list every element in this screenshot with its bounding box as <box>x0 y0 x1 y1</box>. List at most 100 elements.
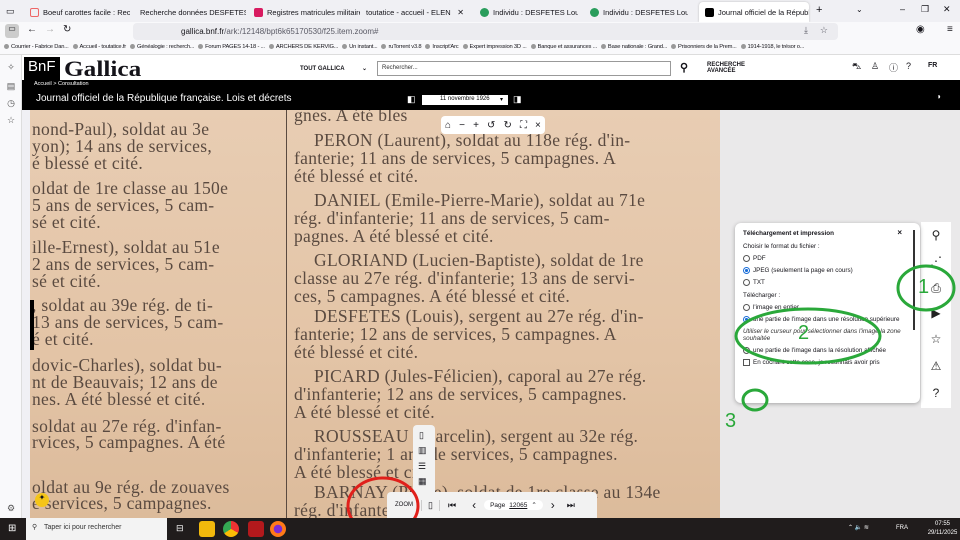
firefox-icon[interactable] <box>270 521 286 537</box>
search-scope-select[interactable]: TOUT GALLICA ⌄ <box>300 65 367 72</box>
consent-checkbox[interactable] <box>743 359 750 366</box>
tab-active[interactable]: Journal officiel de la République✕ <box>699 2 809 22</box>
lemon-extension-icon[interactable]: ✦ <box>35 493 49 507</box>
search-icon[interactable]: ⚲ <box>921 224 951 246</box>
info-icon[interactable]: ⓘ <box>889 61 898 74</box>
double-page-icon[interactable]: ▥ <box>418 445 427 456</box>
input-language[interactable]: FRA <box>896 524 908 533</box>
save-page-icon[interactable]: ⤓ <box>804 25 808 36</box>
tab[interactable]: Boeuf carottes facile : Recette d✕ <box>24 2 130 22</box>
new-tab-icon[interactable]: + <box>816 4 822 16</box>
first-page-icon[interactable]: ⏮ <box>438 499 464 511</box>
file-explorer-icon[interactable] <box>199 521 215 537</box>
consent-checkbox-row[interactable]: En cochant cette case, je reconnais avoi… <box>743 359 912 366</box>
history-icon[interactable]: ◷ <box>5 98 17 110</box>
radio[interactable] <box>743 347 750 354</box>
windows-start-icon[interactable]: ⊞ <box>8 523 16 534</box>
home-icon[interactable]: ⌂ <box>445 120 451 131</box>
user-icon[interactable]: ♙ <box>871 61 879 72</box>
bookmark[interactable]: ruTorrent v3.8 <box>381 44 421 51</box>
rotate-right-icon[interactable]: ↻ <box>503 120 511 131</box>
rotate-left-icon[interactable]: ↺ <box>487 120 495 131</box>
radio[interactable] <box>743 255 750 262</box>
bookmarks-icon[interactable]: ☆ <box>5 115 17 127</box>
format-pdf[interactable]: PDF <box>743 255 912 262</box>
fullscreen-icon[interactable]: ⛶ <box>520 120 527 131</box>
previous-issue-icon[interactable]: ◧ <box>407 94 416 105</box>
radio[interactable] <box>743 279 750 286</box>
scroll-view-icon[interactable]: ☰ <box>418 461 426 472</box>
zoom-in-icon[interactable]: + <box>473 120 479 131</box>
bookmark[interactable]: 1914-1918, le trésor o... <box>741 44 805 51</box>
page-number[interactable]: 12065 <box>509 502 527 509</box>
left-edge-handle[interactable] <box>30 300 34 350</box>
url-bar[interactable]: gallica.bnf.fr/ark:/12148/bpt6k65170530/… <box>133 23 838 40</box>
forward-icon[interactable]: → <box>45 24 55 35</box>
report-warning-icon[interactable]: ⚠ <box>921 355 951 377</box>
breadcrumb[interactable]: Accueil > Consultation <box>22 80 960 88</box>
back-icon[interactable]: ← <box>27 24 37 35</box>
chevron-down-icon[interactable]: ⌄ <box>856 5 863 14</box>
bookmark[interactable]: Accueil - toutatice.fr <box>73 44 127 51</box>
sidebar-toggle-icon[interactable]: ▭ <box>5 24 19 38</box>
next-issue-icon[interactable]: ◨ <box>513 94 522 105</box>
close-tab-icon[interactable]: ✕ <box>457 8 464 17</box>
bookmark[interactable]: ARCHERS DE KERVIG... <box>269 44 338 51</box>
last-page-icon[interactable]: ⏭ <box>563 500 579 511</box>
language-select[interactable]: FR <box>928 62 937 69</box>
play-icon[interactable]: ▶ <box>921 302 951 324</box>
radio[interactable] <box>743 304 750 311</box>
tab[interactable]: toutatice - accueil - ELEN ✕ <box>360 2 470 22</box>
advanced-search-link[interactable]: RECHERCHE AVANCÉE <box>707 62 747 74</box>
panel-scrollbar[interactable] <box>913 230 915 330</box>
date-select[interactable]: 11 novembre 1926 ▾ <box>422 95 508 105</box>
tab[interactable]: Individu : DESFETES Louis - Rec✕ <box>584 2 688 22</box>
grid-view-icon[interactable]: ▦ <box>418 476 427 487</box>
document-image[interactable]: nond-Paul), soldat au 3e yon); 14 ans de … <box>30 110 720 518</box>
tab-list-icon[interactable]: ▭ <box>6 6 15 17</box>
page-selector[interactable]: Page 12065 ⌃ <box>484 500 543 510</box>
tab[interactable]: Registres matricules militaires✕ <box>248 2 360 22</box>
reload-icon[interactable]: ↻ <box>63 24 71 35</box>
bookmark-star-icon[interactable]: ☆ <box>820 25 828 36</box>
bookmark[interactable]: Banque et assurances ... <box>531 44 598 51</box>
menu-icon[interactable]: ≡ <box>947 24 953 35</box>
settings-icon[interactable]: ⚙ <box>5 503 17 515</box>
chrome-icon[interactable] <box>223 521 239 537</box>
bookmark[interactable]: Prisonniers de la Prem... <box>671 44 737 51</box>
account-icon[interactable]: ◉ <box>916 24 925 35</box>
format-jpeg[interactable]: JPEG (seulement la page en cours) <box>743 267 912 274</box>
help-icon[interactable]: ? <box>906 61 911 71</box>
option-full-image[interactable]: l'image en entier <box>743 304 912 311</box>
single-page-icon[interactable]: ▯ <box>419 430 424 441</box>
share-icon[interactable]: ⋰ <box>921 250 951 272</box>
close-window-icon[interactable]: ✕ <box>943 4 951 15</box>
favorite-star-icon[interactable]: ☆ <box>921 328 951 350</box>
bookmark[interactable]: Généalogie : recherch... <box>130 44 194 51</box>
basket-icon[interactable]: ⛍ <box>852 61 861 73</box>
bookmark[interactable]: Un instant... <box>342 44 378 51</box>
radio-selected[interactable] <box>743 267 750 274</box>
bookmark[interactable]: Base nationale : Grand... <box>601 44 667 51</box>
tab[interactable]: Recherche données DESFETES Louis✕ <box>134 2 246 22</box>
next-page-icon[interactable]: › <box>543 498 563 512</box>
task-view-icon[interactable]: ⊟ <box>176 523 184 534</box>
zoom-out-icon[interactable]: − <box>459 120 465 131</box>
filezilla-icon[interactable] <box>248 521 264 537</box>
gallica-logo[interactable]: BnF Gallica <box>24 56 141 81</box>
radio-selected[interactable] <box>743 316 750 323</box>
tray-icons[interactable]: ⌃ 🔈 ≋ <box>848 524 888 533</box>
chevron-up-icon[interactable]: ⌃ <box>531 501 536 509</box>
bookmark[interactable]: Courrier - Fabrice Dan... <box>4 44 69 51</box>
format-txt[interactable]: TXT <box>743 279 912 286</box>
zoom-button[interactable]: ZOOM <box>395 502 413 508</box>
clock[interactable]: 07:55 29/11/2025 <box>920 520 960 538</box>
restore-icon[interactable]: ❐ <box>921 4 929 15</box>
close-icon[interactable]: × <box>535 120 541 131</box>
search-icon[interactable]: ⚲ <box>680 61 688 74</box>
option-part-high-res[interactable]: une partie de l'image dans une résolutio… <box>743 316 912 323</box>
previous-page-icon[interactable]: ‹ <box>464 498 484 512</box>
bookmark[interactable]: Expert impression 3D ... <box>463 44 527 51</box>
search-input[interactable]: Rechercher... <box>377 61 671 76</box>
bookmark[interactable]: Inscript'Arc <box>425 44 458 51</box>
